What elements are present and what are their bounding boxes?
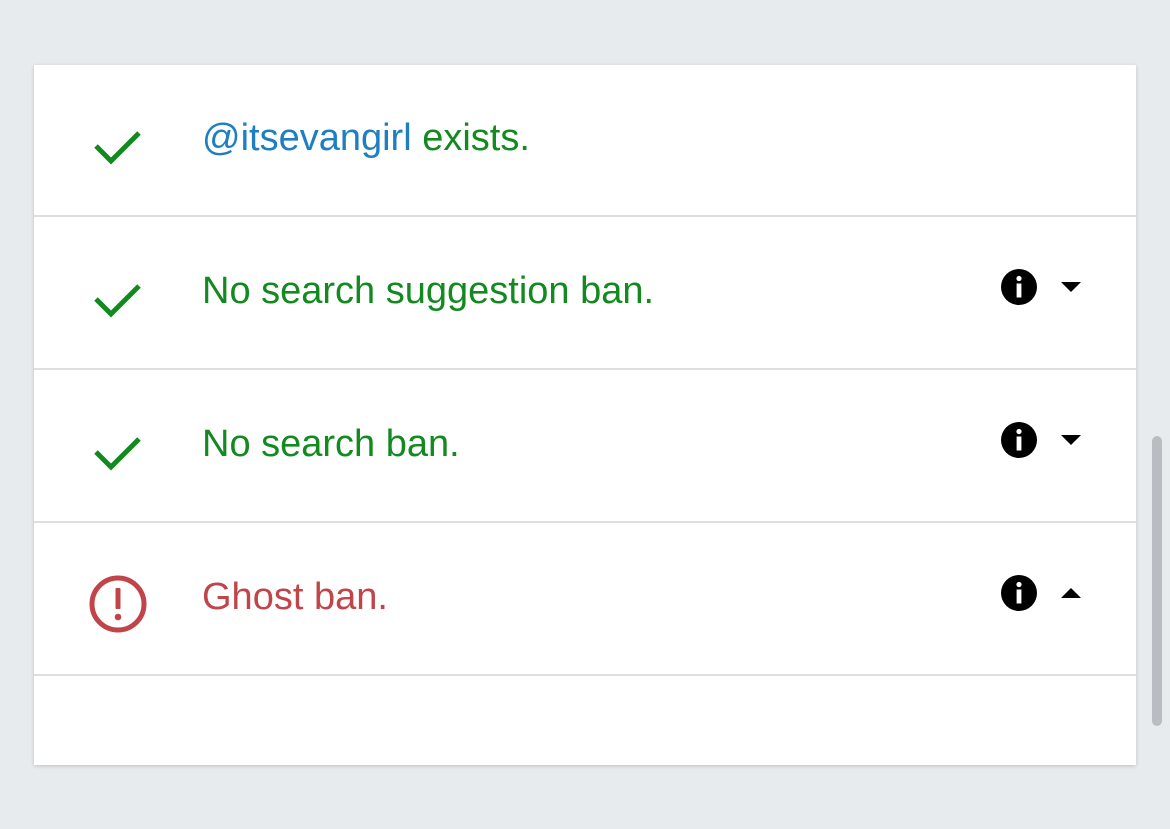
results-card: @itsevangirl exists. No search suggestio… <box>34 65 1136 765</box>
caret-up-icon[interactable] <box>1058 582 1084 604</box>
result-row-search-suggestion-ban[interactable]: No search suggestion ban. <box>34 218 1136 370</box>
search-suggestion-ban-text: No search suggestion ban. <box>202 270 655 312</box>
result-row-search-ban[interactable]: No search ban. <box>34 371 1136 523</box>
exists-status-text: exists. <box>411 117 530 159</box>
alert-circle-icon <box>86 572 150 636</box>
result-text: @itsevangirl exists. <box>202 115 530 161</box>
scrollbar-thumb[interactable] <box>1152 436 1162 726</box>
check-icon <box>86 113 150 177</box>
caret-down-icon[interactable] <box>1058 429 1084 451</box>
info-icon[interactable] <box>1000 268 1038 306</box>
info-icon[interactable] <box>1000 421 1038 459</box>
result-row-ghost-ban[interactable]: Ghost ban. <box>34 524 1136 676</box>
account-handle-link[interactable]: @itsevangirl <box>202 117 412 159</box>
info-icon[interactable] <box>1000 574 1038 612</box>
result-row-exists: @itsevangirl exists. <box>34 65 1136 217</box>
caret-down-icon[interactable] <box>1058 276 1084 298</box>
check-icon <box>86 266 150 330</box>
ghost-ban-text: Ghost ban. <box>202 576 388 618</box>
check-icon <box>86 419 150 483</box>
ghost-ban-details-panel <box>34 677 1136 829</box>
search-ban-text: No search ban. <box>202 423 460 465</box>
